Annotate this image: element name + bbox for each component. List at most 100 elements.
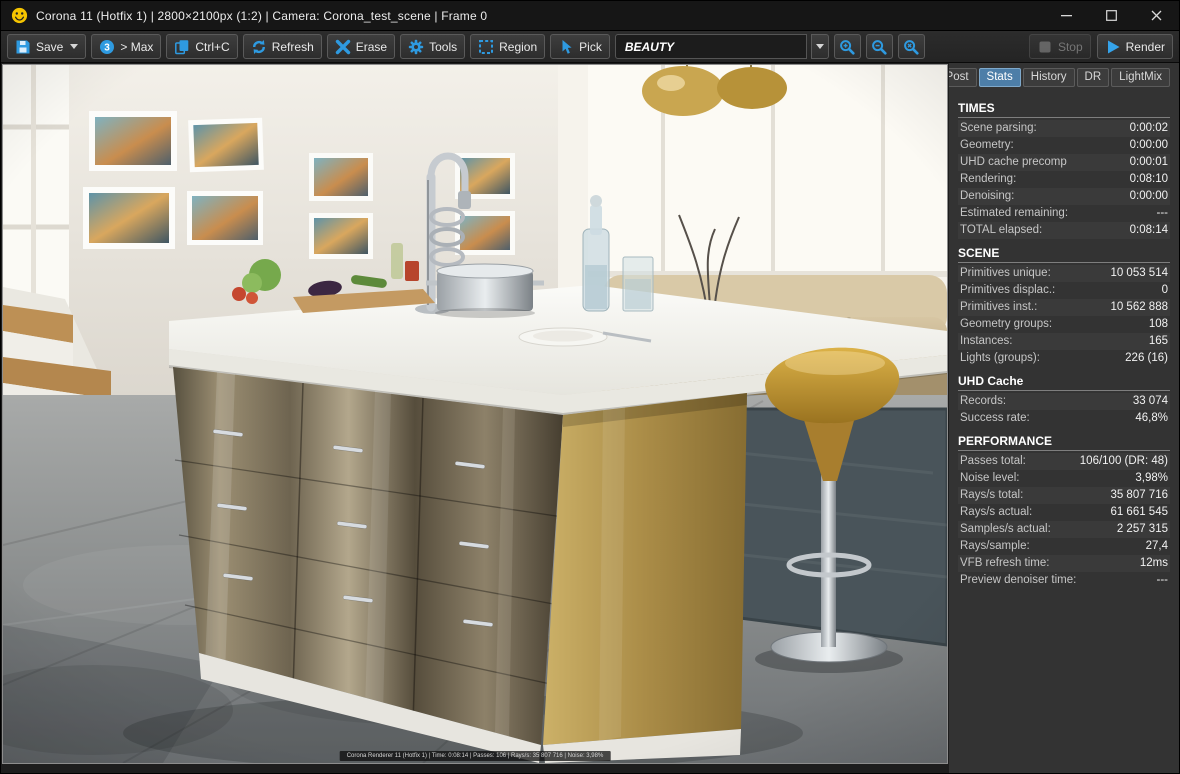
stop-icon: [1039, 41, 1051, 52]
zoom-in-button[interactable]: [833, 34, 861, 59]
stat-row: Rays/s actual: 61 661 545: [958, 504, 1170, 521]
pick-cursor-icon: [562, 39, 572, 54]
stat-label: TOTAL elapsed:: [960, 224, 1043, 236]
copy-icon: [175, 39, 189, 54]
stat-label: Rays/sample:: [960, 540, 1030, 552]
stat-label: Geometry:: [960, 139, 1014, 151]
corona-smiley-logo-icon: [11, 7, 28, 24]
maximize-button[interactable]: [1089, 1, 1134, 30]
tab-dr[interactable]: DR: [1076, 68, 1110, 87]
erase-button[interactable]: Erase: [326, 34, 396, 59]
copy-button-label: Ctrl+C: [195, 39, 230, 54]
downscale-max-label: > Max: [120, 39, 154, 54]
tab-stats[interactable]: Stats: [978, 68, 1021, 87]
stat-row: Scene parsing: 0:00:02: [958, 120, 1170, 137]
tab-history[interactable]: History: [1022, 68, 1075, 87]
section-performance-title: PERFORMANCE: [958, 434, 1170, 451]
window-title: Corona 11 (Hotfix 1) | 2800×2100px (1:2)…: [36, 8, 488, 23]
stat-row: Samples/s actual: 2 257 315: [958, 521, 1170, 538]
stat-value: 46,8%: [1135, 412, 1168, 424]
stat-value: 61 661 545: [1110, 506, 1168, 518]
refresh-button[interactable]: Refresh: [242, 34, 322, 59]
main-toolbar: Save 3 > Max Ctrl+C Refresh Erase Tools …: [1, 31, 1179, 63]
chevron-down-icon: [815, 44, 824, 49]
svg-text:3: 3: [105, 42, 111, 53]
zoom-reset-button[interactable]: [897, 34, 925, 59]
zoom-out-icon: [872, 39, 887, 55]
stat-label: Rays/s total:: [960, 489, 1024, 501]
copy-button[interactable]: Ctrl+C: [166, 34, 238, 59]
stat-value: 12ms: [1139, 557, 1168, 569]
stat-value: 226 (16): [1125, 352, 1168, 364]
stat-value: ---: [1156, 207, 1169, 219]
render-button-label: Render: [1125, 39, 1165, 54]
stat-row: Preview denoiser time: ---: [958, 572, 1170, 589]
stat-row: Passes total: 106/100 (DR: 48): [958, 453, 1170, 470]
stat-value: 0:00:00: [1129, 139, 1168, 151]
stat-value: 0: [1161, 284, 1168, 296]
content-area: Corona Renderer 11 (Hotfix 1) | Time: 0:…: [1, 63, 1179, 773]
stat-row: Denoising: 0:00:00: [958, 188, 1170, 205]
stat-value: 0:08:10: [1129, 173, 1168, 185]
tab-lightmix[interactable]: LightMix: [1111, 68, 1170, 87]
render-viewport[interactable]: Corona Renderer 11 (Hotfix 1) | Time: 0:…: [1, 63, 949, 773]
region-marquee-icon: [479, 39, 494, 54]
stat-label: Lights (groups):: [960, 352, 1040, 364]
save-button[interactable]: Save: [7, 34, 87, 59]
rendered-frame: Corona Renderer 11 (Hotfix 1) | Time: 0:…: [2, 64, 948, 764]
stat-value: 0:08:14: [1129, 224, 1168, 236]
stop-button-label: Stop: [1057, 39, 1083, 54]
stat-row: Rays/s total: 35 807 716: [958, 487, 1170, 504]
stat-value: 0:00:01: [1129, 156, 1168, 168]
tools-button[interactable]: Tools: [400, 34, 466, 59]
stat-row: Geometry groups: 108: [958, 316, 1170, 333]
section-scene: SCENE Primitives unique: 10 053 514 Prim…: [958, 239, 1170, 367]
stat-value: 108: [1148, 318, 1168, 330]
stat-label: Instances:: [960, 335, 1013, 347]
stat-value: 33 074: [1132, 395, 1168, 407]
close-button[interactable]: [1134, 1, 1179, 30]
render-element-select[interactable]: BEAUTY: [614, 34, 807, 59]
panel-tabs: Post Stats History DR LightMix: [937, 68, 1170, 87]
stat-label: Primitives displac.:: [960, 284, 1056, 296]
render-element-dropdown-button[interactable]: [810, 34, 829, 59]
stat-label: Preview denoiser time:: [960, 574, 1077, 586]
section-times-title: TIMES: [958, 101, 1170, 118]
pick-button-label: Pick: [579, 39, 602, 54]
render-button[interactable]: Render: [1096, 34, 1173, 59]
stat-label: Denoising:: [960, 190, 1015, 202]
stat-row: Primitives unique: 10 053 514: [958, 265, 1170, 282]
section-scene-title: SCENE: [958, 246, 1170, 263]
downscale-max-button[interactable]: 3 > Max: [91, 34, 162, 59]
stat-value: 0:00:02: [1129, 122, 1168, 134]
stat-label: Scene parsing:: [960, 122, 1037, 134]
stat-value: 10 053 514: [1110, 267, 1168, 279]
stat-row: Primitives inst.: 10 562 888: [958, 299, 1170, 316]
stop-button[interactable]: Stop: [1028, 34, 1091, 59]
zoom-out-button[interactable]: [865, 34, 893, 59]
erase-button-label: Erase: [355, 39, 388, 54]
stat-value: 0:00:00: [1129, 190, 1168, 202]
vignette: [3, 65, 947, 763]
zoom-reset-icon: [904, 39, 919, 55]
maximize-icon: [1106, 10, 1117, 21]
stat-label: Samples/s actual:: [960, 523, 1051, 535]
stat-label: Success rate:: [960, 412, 1030, 424]
stat-label: Rendering:: [960, 173, 1017, 185]
stat-label: Geometry groups:: [960, 318, 1053, 330]
stat-value: 10 562 888: [1110, 301, 1168, 313]
pick-button[interactable]: Pick: [550, 34, 610, 59]
gear-icon: [408, 39, 424, 54]
stat-value: 2 257 315: [1116, 523, 1168, 535]
render-stamp: Corona Renderer 11 (Hotfix 1) | Time: 0:…: [339, 751, 611, 761]
zoom-in-icon: [840, 39, 855, 55]
refresh-icon: [252, 39, 265, 54]
region-button[interactable]: Region: [470, 34, 546, 59]
render-element-value: BEAUTY: [624, 39, 675, 54]
corona-vfb-window: Corona 11 (Hotfix 1) | 2800×2100px (1:2)…: [0, 0, 1180, 774]
minimize-button[interactable]: [1044, 1, 1089, 30]
stat-value: 35 807 716: [1110, 489, 1168, 501]
stat-row: Lights (groups): 226 (16): [958, 350, 1170, 367]
stat-value: 165: [1148, 335, 1168, 347]
performance-rows: Passes total: 106/100 (DR: 48) Noise lev…: [958, 453, 1170, 589]
